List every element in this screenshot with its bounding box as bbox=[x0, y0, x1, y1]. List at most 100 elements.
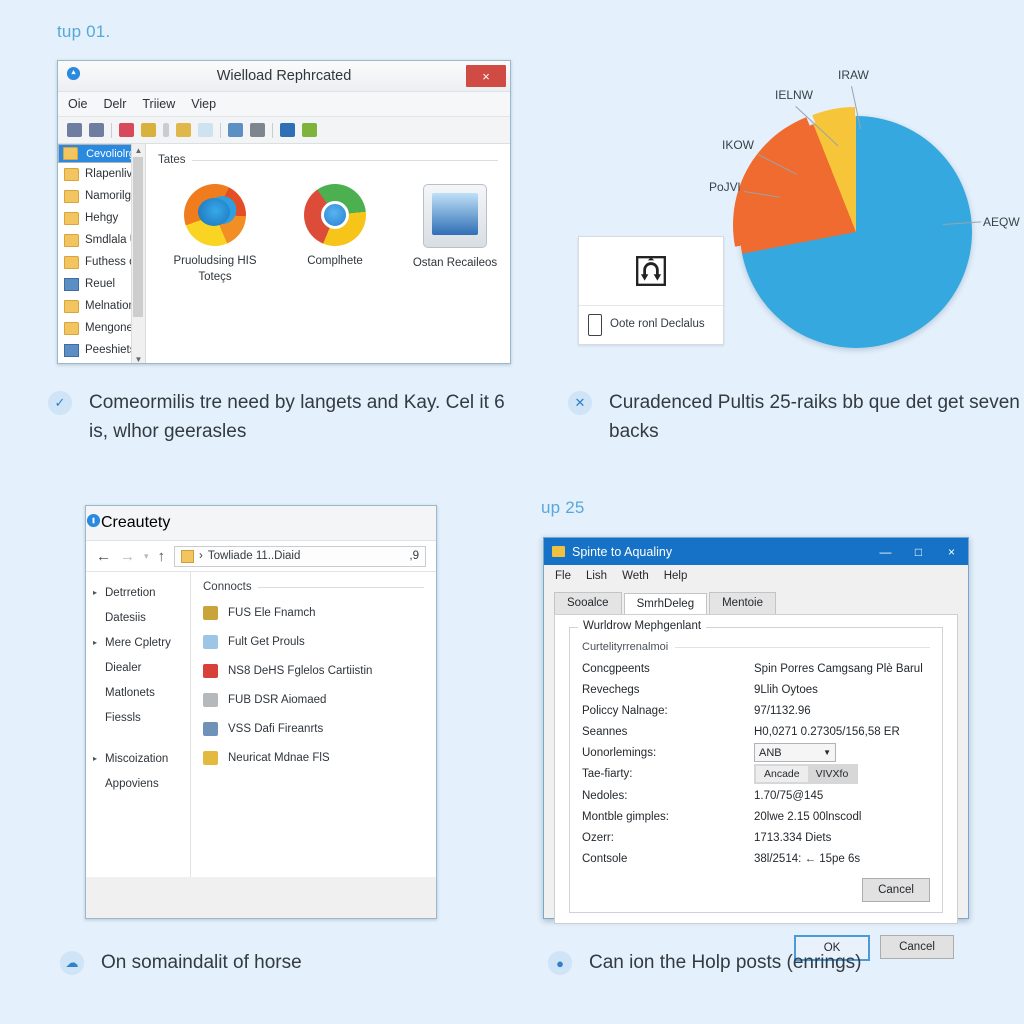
field-row: Contsole 38l/2514: ← 15pe 6s bbox=[582, 849, 930, 868]
minimize-icon[interactable]: — bbox=[869, 538, 902, 565]
nav-item[interactable]: ▸ Detrretion bbox=[86, 580, 190, 605]
new-document-icon[interactable] bbox=[198, 123, 213, 137]
scrollbar-thumb[interactable] bbox=[133, 157, 143, 317]
scroll-up-icon[interactable]: ▲ bbox=[132, 144, 145, 157]
run-icon[interactable] bbox=[302, 123, 317, 137]
nav-item-label: Mere Cpletry bbox=[105, 636, 171, 649]
nav-item[interactable]: ▸ Mere Cpletry bbox=[86, 630, 190, 655]
nav-item[interactable]: ▸ Miscoization bbox=[86, 746, 190, 771]
app-tile-chrome[interactable]: Complhete bbox=[292, 184, 378, 285]
refresh-icon[interactable] bbox=[176, 123, 191, 137]
list-view-icon[interactable] bbox=[228, 123, 243, 137]
window-title: Wielload Rephrcated bbox=[216, 68, 352, 84]
field-label: Montble gimples: bbox=[582, 810, 669, 823]
groupbox-label: Wurldrow Mephgenlant bbox=[578, 620, 707, 632]
app-icon bbox=[552, 546, 565, 557]
toolbar-separator bbox=[272, 122, 273, 138]
tab-smrhdeleg[interactable]: SmrhDeleg bbox=[623, 593, 708, 615]
folder-icon bbox=[64, 233, 79, 247]
dialog-body: Wurldrow Mephgenlant Curtelityrrenalmoi … bbox=[554, 614, 958, 924]
tab-sooalce[interactable]: Sooalce bbox=[554, 592, 622, 614]
firefox-icon bbox=[184, 184, 246, 246]
tae-fiarty-segmented[interactable]: Ancade VIVXfo bbox=[754, 764, 859, 784]
window-titlebar: Wielload Rephrcated × bbox=[58, 61, 510, 92]
explorer-body: ▸ Detrretion Datesiis ▸ Mere Cpletry Dieal… bbox=[86, 572, 436, 877]
nav-item-label: Matlonets bbox=[105, 686, 155, 699]
forward-nav-icon[interactable] bbox=[89, 123, 104, 137]
menu-item-edit[interactable]: Delr bbox=[103, 97, 126, 111]
file-icon bbox=[203, 750, 218, 765]
menu-item-file[interactable]: Oie bbox=[68, 97, 87, 111]
history-dropdown-icon[interactable]: ▾ bbox=[144, 551, 149, 562]
list-item[interactable]: Neuricat Mdnae FlS bbox=[203, 743, 424, 772]
chevron-right-icon[interactable]: ▸ bbox=[93, 588, 100, 597]
inner-cancel-button[interactable]: Cancel bbox=[862, 878, 930, 902]
forward-icon[interactable]: → bbox=[120, 548, 135, 565]
menu-item-help[interactable]: Help bbox=[664, 570, 688, 582]
folder-tree[interactable]: Cevoliolrg Rlapenlives Namorilg Hehgy Sm… bbox=[58, 144, 146, 363]
nav-item-label: Datesiis bbox=[105, 611, 146, 624]
uonorlemings-select[interactable]: ANB ▼ bbox=[754, 743, 836, 762]
nav-item[interactable]: Fiessls bbox=[86, 705, 190, 730]
close-icon[interactable]: × bbox=[935, 538, 968, 565]
list-item-label: Fult Get Prouls bbox=[228, 635, 305, 648]
up-icon[interactable]: ↑ bbox=[158, 548, 166, 565]
caption-text: Curadenced Pultis 25-raiks bb que det ge… bbox=[609, 392, 1020, 443]
vertical-scrollbar[interactable]: ▲ ▼ bbox=[131, 144, 145, 363]
address-bar[interactable]: › Towliade 11..Diaid ,9 bbox=[174, 545, 426, 567]
list-item[interactable]: FUB DSR Aiomaed bbox=[203, 685, 424, 714]
card-footer: Oote ronl Declalus bbox=[579, 305, 723, 344]
sync-card[interactable]: Oote ronl Declalus bbox=[578, 236, 724, 345]
menu-item-help[interactable]: Viep bbox=[191, 97, 216, 111]
list-item-label: FUS Ele Fnamch bbox=[228, 606, 316, 619]
list-group-label: Connocts bbox=[203, 581, 424, 593]
scroll-down-icon[interactable]: ▼ bbox=[132, 353, 145, 363]
field-value: Spin Porres Camgsang Plè Barul bbox=[754, 662, 923, 675]
chevron-down-icon[interactable]: ▼ bbox=[823, 748, 831, 757]
segment-option-2[interactable]: VIVXfo bbox=[808, 766, 857, 782]
app-tile-explorer[interactable]: Ostan Recaileos bbox=[412, 184, 498, 285]
app-grid: Pruoludsing HIS Toteçs Complhete Ostan R… bbox=[158, 184, 498, 285]
filter-icon[interactable] bbox=[141, 123, 156, 137]
list-item[interactable]: Fult Get Prouls bbox=[203, 627, 424, 656]
menu-item-list[interactable]: Lish bbox=[586, 570, 607, 582]
tree-item[interactable]: Cevoliolrg bbox=[58, 144, 140, 163]
app-tile-firefox[interactable]: Pruoludsing HIS Toteçs bbox=[172, 184, 258, 285]
folder-icon bbox=[63, 147, 78, 160]
list-item[interactable]: VSS Dafi Fireanrts bbox=[203, 714, 424, 743]
list-item-label: FUB DSR Aiomaed bbox=[228, 693, 327, 706]
nav-item[interactable]: Diealer bbox=[86, 655, 190, 680]
nav-item-label: Appoviens bbox=[105, 777, 159, 790]
explorer-nav-pane[interactable]: ▸ Detrretion Datesiis ▸ Mere Cpletry Dieal… bbox=[86, 572, 191, 877]
chevron-right-icon[interactable] bbox=[163, 123, 169, 137]
tab-mentoie[interactable]: Mentoie bbox=[709, 592, 777, 614]
maximize-icon[interactable]: □ bbox=[902, 538, 935, 565]
menu-item-width[interactable]: Weth bbox=[622, 570, 649, 582]
settings-groupbox: Wurldrow Mephgenlant Curtelityrrenalmoi … bbox=[569, 620, 943, 913]
nav-item[interactable]: Appoviens bbox=[86, 771, 190, 796]
tree-item-label: Peeshiets bbox=[85, 344, 136, 356]
pie-chart-canvas: IRAW IELNW IKOW PoJVl AEQW bbox=[700, 60, 1024, 360]
chrome-icon bbox=[304, 184, 366, 246]
delete-icon[interactable] bbox=[119, 123, 134, 137]
window-icon[interactable] bbox=[280, 123, 295, 137]
file-icon bbox=[203, 634, 218, 649]
nav-item[interactable]: Datesiis bbox=[86, 605, 190, 630]
align-icon[interactable] bbox=[250, 123, 265, 137]
groupbox-actions: Cancel bbox=[582, 870, 930, 902]
back-icon[interactable]: ← bbox=[96, 548, 111, 565]
nav-item[interactable]: Matlonets bbox=[86, 680, 190, 705]
list-item[interactable]: FUS Ele Fnamch bbox=[203, 598, 424, 627]
window-controls: — □ × bbox=[869, 538, 968, 565]
field-row: Uonorlemings: ANB ▼ bbox=[582, 743, 930, 762]
segment-option-1[interactable]: Ancade bbox=[756, 766, 808, 782]
menu-item-view[interactable]: Triiew bbox=[142, 97, 175, 111]
list-item[interactable]: NS8 DeHS Fglelos Cartiistin bbox=[203, 656, 424, 685]
back-nav-icon[interactable] bbox=[67, 123, 82, 137]
chevron-right-icon[interactable]: ▸ bbox=[93, 754, 100, 763]
tree-item-label: Hehgy bbox=[85, 212, 119, 224]
tree-item-label: Reuel bbox=[85, 278, 116, 290]
bottom-right-heading-wrap: up 25 bbox=[541, 498, 585, 518]
menu-item-file[interactable]: Fle bbox=[555, 570, 571, 582]
chevron-right-icon[interactable]: ▸ bbox=[93, 638, 100, 647]
